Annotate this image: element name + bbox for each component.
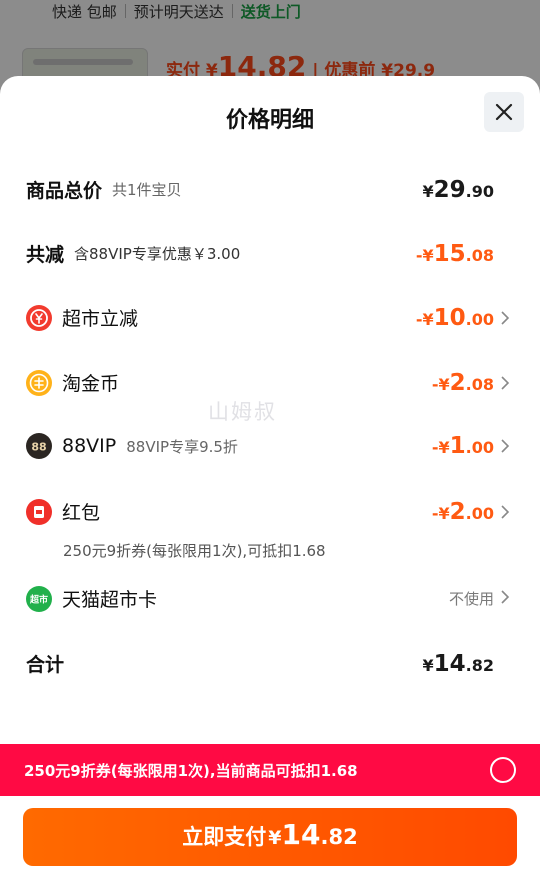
amount-main: 14 [433, 650, 466, 677]
row-amount: ¥29.90 [423, 177, 511, 203]
pay-amount-decimal: .82 [320, 825, 358, 849]
red-packet-icon [26, 498, 52, 525]
amount-main: 10 [433, 304, 466, 331]
amount-main: 1 [449, 433, 466, 459]
svg-text:超市: 超市 [29, 593, 48, 605]
row-label: 共减 [26, 244, 65, 266]
amount-decimal: .00 [465, 309, 494, 329]
svg-text:88: 88 [31, 441, 46, 454]
not-use-link[interactable]: 不使用 [449, 588, 494, 609]
pay-now-button[interactable]: 立即支付 ¥14.82 [23, 808, 517, 866]
amount-currency: -¥ [415, 245, 434, 265]
row-supermarket-discount[interactable]: 超市立减 -¥ 10.00 [26, 304, 510, 331]
amount-decimal: .08 [465, 374, 494, 394]
88vip-icon: 88 [26, 433, 52, 459]
pay-label: 立即支付 [182, 825, 267, 849]
supermarket-discount-icon [26, 304, 52, 331]
row-sub: 88VIP专享9.5折 [126, 437, 238, 456]
amount-currency: ¥ [422, 181, 434, 201]
row-label: 超市立减 [62, 308, 139, 330]
row-label: 红包 [62, 502, 101, 524]
row-total: 合计 ¥14.82 [26, 650, 510, 677]
amount-currency: -¥ [431, 503, 450, 523]
row-taojinbi[interactable]: 淘金币 -¥ 2.08 [26, 369, 510, 396]
chevron-right-icon [501, 375, 510, 390]
amount-currency: -¥ [431, 374, 450, 394]
row-total-discount: 共减 含88VIP专享优惠￥3.00 -¥ 15.08 [26, 240, 510, 267]
price-detail-sheet: 价格明细 山姆叔 商品总价 共1件宝贝 ¥29.90 共减 含88VIP专享优惠… [0, 76, 540, 888]
chevron-right-icon [501, 439, 510, 453]
row-amount: 不使用 [449, 588, 510, 609]
amount-decimal: .08 [465, 245, 494, 265]
chevron-right-icon [501, 590, 510, 604]
amount-decimal: .82 [465, 655, 494, 675]
sheet-title: 价格明细 [225, 108, 314, 133]
chevron-right-icon [501, 310, 510, 325]
row-label: 88VIP [62, 435, 117, 457]
amount-main: 2 [449, 369, 466, 396]
row-total-goods: 商品总价 共1件宝贝 ¥29.90 [26, 176, 510, 203]
chevron-right-icon [501, 504, 510, 519]
row-label: 天猫超市卡 [62, 589, 158, 611]
amount-decimal: .00 [465, 503, 494, 523]
amount-decimal: .00 [465, 438, 494, 457]
row-sub: 共1件宝贝 [112, 181, 182, 199]
amount-main: 2 [449, 498, 466, 525]
row-amount: -¥ 10.00 [416, 305, 510, 331]
row-amount: -¥ 2.00 [432, 499, 510, 525]
close-icon [495, 103, 513, 121]
amount-main: 29 [433, 176, 466, 203]
row-amount: -¥ 15.08 [416, 241, 510, 267]
row-red-packet[interactable]: 红包 -¥ 2.00 [26, 498, 510, 525]
amount-currency: ¥ [422, 655, 434, 675]
taojinbi-coin-icon [26, 369, 52, 396]
row-tmall-card[interactable]: 超市 天猫超市卡 不使用 [26, 585, 510, 612]
amount-currency: -¥ [431, 438, 450, 457]
row-amount: ¥14.82 [423, 651, 511, 677]
row-amount: -¥ 2.08 [432, 370, 510, 396]
row-label: 合计 [26, 654, 65, 676]
close-button[interactable] [484, 92, 524, 132]
amount-currency: -¥ [415, 309, 434, 329]
amount-main: 15 [433, 240, 466, 267]
coupon-radio[interactable] [490, 757, 516, 783]
red-packet-note: 250元9折券(每张限用1次),可抵扣1.68 [63, 542, 326, 560]
pay-amount-main: 14 [281, 818, 321, 851]
row-sub: 含88VIP专享优惠￥3.00 [74, 245, 241, 263]
row-88vip[interactable]: 88 88VIP 88VIP专享9.5折 -¥ 1.00 [26, 433, 510, 459]
amount-decimal: .90 [465, 181, 494, 201]
promo-text: 250元9折券(每张限用1次),当前商品可抵扣1.68 [24, 761, 358, 780]
tmall-card-icon: 超市 [26, 585, 52, 612]
row-label: 商品总价 [26, 180, 103, 202]
pay-currency: ¥ [268, 827, 282, 849]
watermark: 山姆叔 [208, 400, 277, 424]
row-amount: -¥ 1.00 [432, 433, 510, 459]
coupon-promo-bar[interactable]: 250元9折券(每张限用1次),当前商品可抵扣1.68 [0, 744, 540, 796]
row-label: 淘金币 [62, 373, 120, 395]
